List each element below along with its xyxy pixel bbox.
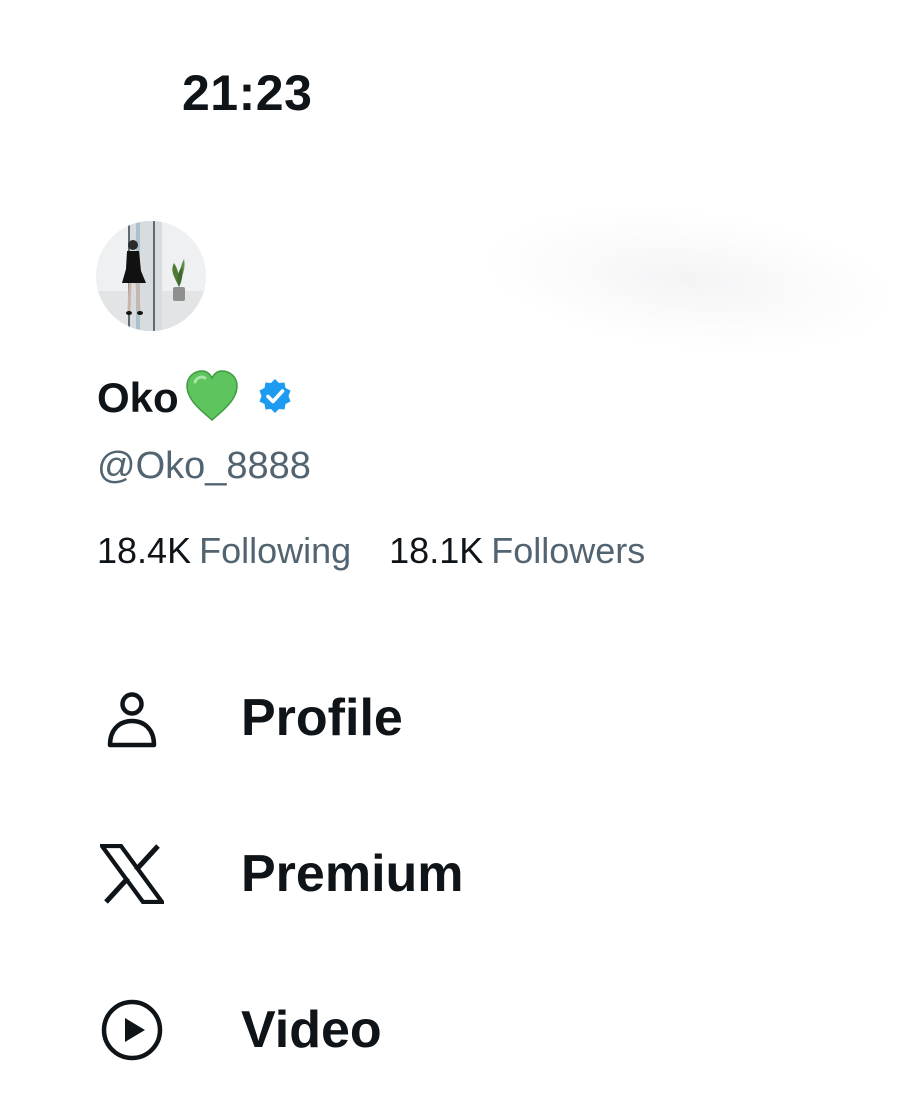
person-icon [98,684,166,752]
following-stat[interactable]: 18.4K Following [97,533,351,569]
following-label: Following [199,530,352,571]
name-row: Oko [97,368,293,429]
avatar[interactable] [96,221,206,331]
green-heart-icon [183,368,241,429]
menu-label-video: Video [241,1001,382,1059]
display-name: Oko [97,374,179,421]
followers-label: Followers [491,530,646,571]
x-logo-icon [98,840,166,908]
menu-label-profile: Profile [241,689,403,747]
background-smudge [473,188,907,372]
follow-stats: 18.4K Following 18.1K Followers [97,533,645,569]
username-handle[interactable]: @Oko_8888 [97,447,311,485]
menu-item-profile[interactable]: Profile [98,678,403,758]
verified-badge-icon[interactable] [257,378,293,419]
menu-item-premium[interactable]: Premium [98,834,464,914]
status-bar-time: 21:23 [182,65,313,121]
following-count: 18.4K [97,530,192,571]
play-circle-icon [98,996,166,1064]
followers-count: 18.1K [389,530,484,571]
menu-label-premium: Premium [241,845,464,903]
menu-item-video[interactable]: Video [98,990,382,1070]
followers-stat[interactable]: 18.1K Followers [389,533,645,569]
